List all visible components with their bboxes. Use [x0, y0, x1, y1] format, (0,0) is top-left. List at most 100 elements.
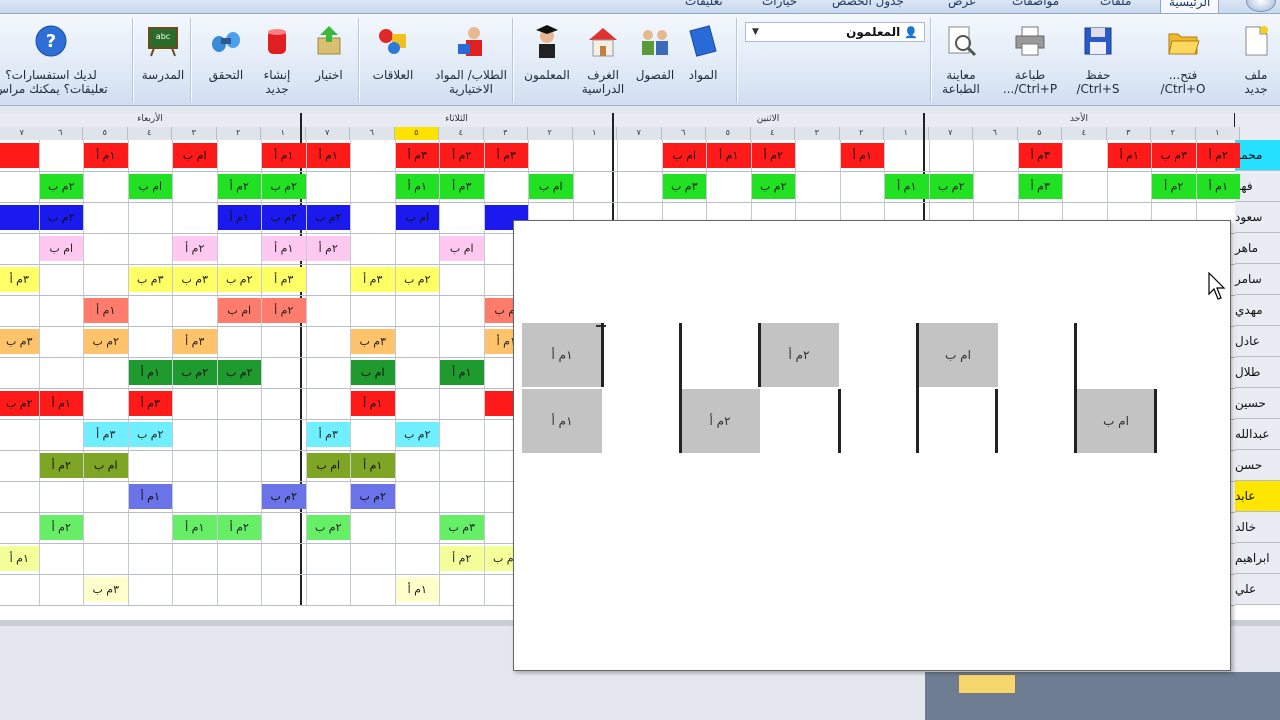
lesson-slot[interactable]: ٢م أ	[306, 236, 350, 261]
ribbon-tab[interactable]: عرض	[948, 0, 976, 8]
teacher-row-name[interactable]: خالد	[1235, 512, 1280, 543]
lesson-slot[interactable]: ٢م ب	[351, 484, 395, 509]
lesson-slot[interactable]: ١م أ	[840, 143, 884, 168]
teacher-row-name[interactable]: حسن	[1235, 450, 1280, 481]
teacher-row-name[interactable]: ماهر	[1235, 233, 1280, 264]
teacher-selector[interactable]: ▼ المعلمون 👤	[745, 22, 925, 42]
lesson-slot[interactable]: ام ب	[440, 236, 484, 261]
lesson-slot[interactable]: ١م أ	[173, 515, 217, 540]
teacher-row-name[interactable]: سعود	[1235, 202, 1280, 233]
lesson-slot[interactable]: ١م أ	[306, 143, 350, 168]
lesson-slot[interactable]: ٢م ب	[217, 267, 261, 292]
lesson-slot[interactable]: ٣م أ	[0, 267, 39, 292]
preview-lesson-tile[interactable]: ١م أ	[522, 323, 602, 387]
lesson-slot[interactable]: ٢م ب	[262, 205, 306, 230]
rooms-button[interactable]: الغرف الدراسية	[578, 20, 628, 96]
generate-button[interactable]: إنشاء جديد	[252, 20, 302, 96]
lesson-slot[interactable]: ١م أ	[128, 360, 172, 385]
lesson-slot[interactable]: ٢م ب	[306, 205, 350, 230]
classes-button[interactable]: الفصول	[630, 20, 680, 82]
lesson-slot[interactable]: ام ب	[351, 360, 395, 385]
lesson-slot[interactable]: ٢م ب	[395, 267, 439, 292]
lesson-slot[interactable]: ٢م ب	[0, 391, 39, 416]
lesson-slot[interactable]: ام ب	[84, 453, 128, 478]
lesson-slot[interactable]: ام ب	[39, 236, 83, 261]
print-preview-button[interactable]: معاينة الطباعة	[938, 20, 984, 96]
lesson-slot[interactable]: ١م أ	[440, 360, 484, 385]
lesson-slot[interactable]: ١م أ	[885, 174, 929, 199]
lesson-slot[interactable]: ٣م ب	[173, 267, 217, 292]
teacher-row-name[interactable]: ابراهيم	[1235, 543, 1280, 574]
app-menu-button[interactable]	[1246, 0, 1276, 12]
lesson-slot[interactable]: ٣م ب	[440, 515, 484, 540]
open-folder-button[interactable]: فتح... Ctrl+O/	[1142, 20, 1224, 96]
chevron-down-icon[interactable]: ▼	[752, 27, 759, 37]
preview-lesson-tile[interactable]: ١م أ	[522, 389, 602, 453]
lesson-slot[interactable]: ١م أ	[84, 298, 128, 323]
lesson-slot[interactable]: ١م أ	[395, 174, 439, 199]
lesson-slot[interactable]: ٢م ب	[751, 174, 795, 199]
lesson-slot[interactable]: ٣م أ	[128, 391, 172, 416]
lesson-slot[interactable]: ام ب	[306, 453, 350, 478]
lesson-slot[interactable]: ٣م أ	[1018, 174, 1062, 199]
lesson-slot[interactable]: ام ب	[128, 174, 172, 199]
teacher-row-name[interactable]: عابد	[1235, 481, 1280, 512]
teacher-row-name[interactable]: حسين	[1235, 388, 1280, 419]
help-button[interactable]: ? لديك استفسارات؟ تعليقات؟ يمكنك مراس	[0, 20, 108, 96]
lesson-slot[interactable]: ٢م أ	[1152, 174, 1196, 199]
lesson-slot[interactable]: ٢م أ	[217, 515, 261, 540]
lesson-slot[interactable]: ٢م ب	[306, 515, 350, 540]
teacher-row-name[interactable]: فهد	[1235, 171, 1280, 202]
lesson-slot[interactable]: ام ب	[173, 143, 217, 168]
lesson-slot[interactable]: ٢م أ	[217, 174, 261, 199]
teacher-row-name[interactable]: عادل	[1235, 326, 1280, 357]
lesson-slot[interactable]: ام ب	[662, 143, 706, 168]
print-button[interactable]: طباعة Ctrl+P/...	[998, 20, 1062, 96]
new-file-button[interactable]: ملف جديد	[1236, 20, 1276, 96]
lesson-slot[interactable]: ٣م ب	[128, 267, 172, 292]
ribbon-tab[interactable]: جدول الحصص	[832, 0, 904, 8]
lesson-slot[interactable]: ٢م ب	[929, 174, 973, 199]
lesson-slot[interactable]: ٣م أ	[84, 422, 128, 447]
lesson-slot[interactable]: ٢م ب	[39, 174, 83, 199]
lesson-slot[interactable]: ٢م أ	[440, 143, 484, 168]
ribbon-tab[interactable]: خيارات	[762, 0, 797, 8]
lesson-slot[interactable]: ١م أ	[1107, 143, 1151, 168]
lesson-slot[interactable]: ٣م أ	[351, 267, 395, 292]
lesson-slot[interactable]: ٣م أ	[173, 329, 217, 354]
lesson-slot[interactable]: ٢م ب	[395, 422, 439, 447]
preview-lesson-tile[interactable]: ام ب	[918, 323, 998, 387]
lesson-slot[interactable]: ١م أ	[217, 205, 261, 230]
binoculars-button[interactable]: التحقق	[200, 20, 252, 82]
teacher-row-name[interactable]: علي	[1235, 574, 1280, 605]
select-button[interactable]: اختيار	[306, 20, 352, 82]
lesson-slot[interactable]: ٢م ب	[262, 484, 306, 509]
teacher-button[interactable]: المعلمون	[520, 20, 574, 82]
subjects-button[interactable]: المواد	[680, 20, 726, 82]
school-board-button[interactable]: abc المدرسة	[140, 20, 186, 82]
lesson-slot[interactable]: ١م أ	[84, 143, 128, 168]
lesson-slot[interactable]: ٣م أ	[484, 143, 528, 168]
lesson-slot[interactable]: ٢م أ	[1196, 143, 1240, 168]
lesson-slot[interactable]: ٢م ب	[173, 360, 217, 385]
lesson-slot[interactable]: ١م أ	[351, 453, 395, 478]
lesson-slot[interactable]: ٢م أ	[262, 298, 306, 323]
lesson-slot[interactable]: ١م أ	[1196, 174, 1240, 199]
preview-lesson-tile[interactable]: ام ب	[1076, 389, 1156, 453]
lesson-slot[interactable]: ٢م ب	[217, 360, 261, 385]
lesson-slot[interactable]: ٢م ب	[262, 174, 306, 199]
teacher-row-name[interactable]: طلال	[1235, 357, 1280, 388]
lesson-slot[interactable]: ٢م أ	[39, 515, 83, 540]
lesson-slot[interactable]: ٣م ب	[662, 174, 706, 199]
lesson-slot[interactable]: ٢م ب	[128, 422, 172, 447]
lesson-slot[interactable]: ٣م أ	[1018, 143, 1062, 168]
ribbon-tab[interactable]: الرئيسية	[1160, 0, 1220, 13]
lesson-slot[interactable]: ١م أ	[39, 391, 83, 416]
lesson-slot[interactable]: ٣م ب	[1152, 143, 1196, 168]
relations-button[interactable]: العلاقات	[368, 20, 418, 82]
lesson-slot[interactable]: ١م أ	[707, 143, 751, 168]
lesson-slot[interactable]: ٢م أ	[39, 453, 83, 478]
lesson-slot[interactable]: ٢م ب	[39, 205, 83, 230]
lesson-slot[interactable]: ١م أ	[351, 391, 395, 416]
lesson-slot[interactable]: ٣م ب	[0, 329, 39, 354]
